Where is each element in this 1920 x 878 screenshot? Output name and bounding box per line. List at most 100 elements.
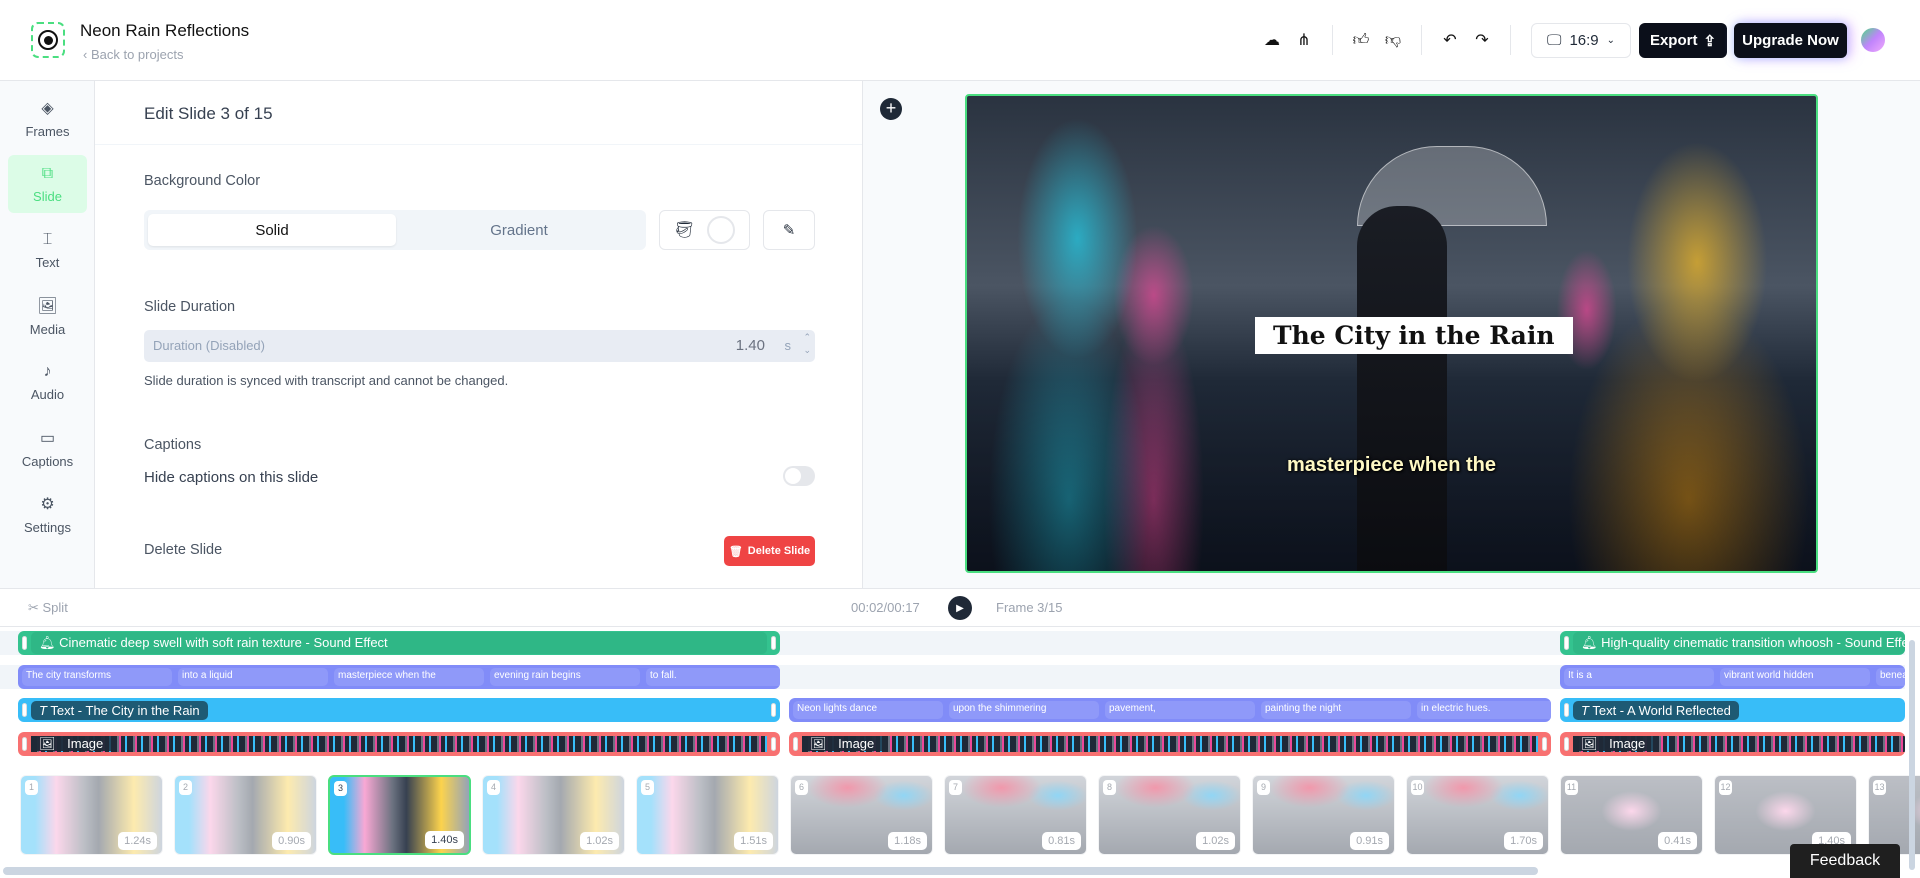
- sidebar-item-settings[interactable]: ⚙ Settings: [8, 485, 87, 543]
- back-to-projects-link[interactable]: ‹ Back to projects: [83, 47, 183, 62]
- sidebar-item-text[interactable]: ⌶ Text: [8, 221, 87, 279]
- drag-handle[interactable]: [22, 737, 27, 751]
- drag-handle[interactable]: [771, 703, 776, 717]
- vertical-scrollbar[interactable]: [1909, 640, 1915, 870]
- sidebar-item-slide[interactable]: ⧉ Slide: [8, 155, 87, 213]
- sidebar-item-frames[interactable]: ◈ Frames: [8, 89, 87, 147]
- gear-icon: ⚙: [40, 495, 55, 513]
- chevron-left-icon: ‹: [83, 47, 91, 62]
- caption-word[interactable]: vibrant world hidden: [1720, 668, 1870, 686]
- slide-duration: 1.51s: [734, 832, 773, 850]
- caption-word[interactable]: pavement,: [1105, 701, 1255, 719]
- text-clip[interactable]: T Text - A World Reflected: [1560, 698, 1905, 722]
- image-clip[interactable]: 🖼︎ Image: [18, 732, 780, 756]
- delete-slide-button[interactable]: 🗑︎ Delete Slide: [724, 536, 815, 566]
- slide-number: 7: [949, 780, 962, 795]
- slide-thumbnail[interactable]: 8 1.02s: [1098, 775, 1241, 855]
- drag-handle[interactable]: [771, 636, 776, 650]
- slide-number: 13: [1873, 780, 1886, 795]
- slide-number: 12: [1719, 780, 1732, 795]
- play-button[interactable]: ▶: [948, 596, 972, 620]
- slide-thumbnail[interactable]: 9 0.91s: [1252, 775, 1395, 855]
- audio-clip[interactable]: 🔔︎ High-quality cinematic transition who…: [1560, 631, 1905, 655]
- caption-word[interactable]: into a liquid: [178, 668, 328, 686]
- caption-word[interactable]: beneath: [1876, 668, 1905, 686]
- hide-captions-toggle[interactable]: [783, 466, 815, 486]
- image-icon: 🖼︎: [37, 297, 58, 315]
- slide-thumbnail[interactable]: 6 1.18s: [790, 775, 933, 855]
- add-element-button[interactable]: +: [880, 98, 902, 120]
- share-icon[interactable]: ⋔: [1288, 24, 1320, 56]
- sidebar: ◈ Frames ⧉ Slide ⌶ Text 🖼︎ Media ♪ Audio ▭ Cap…: [0, 81, 95, 588]
- audio-clip[interactable]: 🔔︎ Cinematic deep swell with soft rain t…: [18, 631, 780, 655]
- caption-word[interactable]: painting the night: [1261, 701, 1411, 719]
- drag-handle[interactable]: [1564, 636, 1569, 650]
- slide-thumbnail[interactable]: 4 1.02s: [482, 775, 625, 855]
- bell-icon: 🔔︎: [1581, 635, 1602, 650]
- avatar[interactable]: [1861, 28, 1885, 52]
- slide-thumbnail[interactable]: 7 0.81s: [944, 775, 1087, 855]
- project-title: Neon Rain Reflections: [80, 21, 250, 40]
- slide-thumbnail[interactable]: 3 1.40s: [328, 775, 471, 855]
- caption-word[interactable]: masterpiece when the: [334, 668, 484, 686]
- slide-duration: 0.91s: [1350, 832, 1389, 850]
- drag-handle[interactable]: [1564, 737, 1569, 751]
- aspect-ratio-select[interactable]: 🖵 16:9 ⌄: [1531, 23, 1631, 58]
- gradient-tab[interactable]: Gradient: [396, 214, 642, 246]
- captions-label: Captions: [144, 437, 202, 453]
- caption-clip[interactable]: The city transforms into a liquid masterpi…: [18, 665, 780, 689]
- eyedropper-button[interactable]: ✎: [763, 210, 815, 250]
- drag-handle[interactable]: [22, 636, 27, 650]
- caption-word[interactable]: upon the shimmering: [949, 701, 1099, 719]
- drag-handle[interactable]: [1542, 737, 1547, 751]
- fill-color-picker[interactable]: 🪣︎: [659, 210, 750, 250]
- music-note-icon: ♪: [43, 362, 52, 380]
- sidebar-item-media[interactable]: 🖼︎ Media: [8, 287, 87, 345]
- timeline-toolbar: ✂ Split 00:02/00:17 ▶ Frame 3/15: [0, 588, 1920, 627]
- slide-thumbnail[interactable]: 2 0.90s: [174, 775, 317, 855]
- horizontal-scrollbar[interactable]: [3, 867, 1538, 875]
- image-clip[interactable]: 🖼︎ Image: [789, 732, 1551, 756]
- caption-word[interactable]: Neon lights dance: [793, 701, 943, 719]
- caption-word[interactable]: It is a: [1564, 668, 1714, 686]
- undo-icon[interactable]: ↶: [1434, 24, 1466, 56]
- sidebar-item-captions[interactable]: ▭ Captions: [8, 419, 87, 477]
- drag-handle[interactable]: [771, 737, 776, 751]
- trash-icon: 🗑︎: [728, 545, 743, 558]
- text-icon: T: [1581, 702, 1589, 718]
- drag-handle[interactable]: [1564, 703, 1569, 717]
- slide-thumbnail[interactable]: 12 1.40s: [1714, 775, 1857, 855]
- header-actions: ☁ ⋔ 👍︎ 👎︎ ↶ ↷: [1256, 24, 1523, 56]
- divider: [1510, 25, 1511, 55]
- slide-thumbnail[interactable]: 10 1.70s: [1406, 775, 1549, 855]
- solid-tab[interactable]: Solid: [148, 214, 396, 246]
- caption-word[interactable]: in electric hues.: [1417, 701, 1551, 719]
- caption-word[interactable]: The city transforms: [22, 668, 172, 686]
- slide-preview[interactable]: The City in the Rain masterpiece when th…: [965, 94, 1818, 573]
- caption-word[interactable]: evening rain begins: [490, 668, 640, 686]
- drag-handle[interactable]: [22, 703, 27, 717]
- drag-handle[interactable]: [793, 737, 798, 751]
- slide-number: 10: [1411, 780, 1424, 795]
- export-button[interactable]: Export ⇪: [1639, 23, 1727, 58]
- duration-input: Duration (Disabled) 1.40 s ⌃ ⌄: [144, 330, 815, 362]
- caption-word[interactable]: to fall.: [646, 668, 780, 686]
- thumbs-up-icon[interactable]: 👍︎: [1345, 24, 1377, 56]
- caption-clip[interactable]: It is a vibrant world hidden beneath: [1560, 665, 1905, 689]
- redo-icon[interactable]: ↷: [1466, 24, 1498, 56]
- caption-clip[interactable]: Neon lights dance upon the shimmering pave…: [789, 698, 1551, 722]
- slide-thumbnail[interactable]: 5 1.51s: [636, 775, 779, 855]
- slide-thumbnail[interactable]: 11 0.41s: [1560, 775, 1703, 855]
- app-logo[interactable]: [31, 22, 65, 58]
- thumbs-down-icon[interactable]: 👎︎: [1377, 24, 1409, 56]
- text-clip[interactable]: T Text - The City in the Rain: [18, 698, 780, 722]
- upgrade-button[interactable]: Upgrade Now: [1734, 23, 1847, 58]
- feedback-button[interactable]: Feedback: [1790, 844, 1900, 878]
- slide-duration: 0.90s: [272, 832, 311, 850]
- split-button[interactable]: ✂ Split: [28, 600, 68, 616]
- sidebar-item-audio[interactable]: ♪ Audio: [8, 353, 87, 411]
- image-clip[interactable]: 🖼︎ Image: [1560, 732, 1905, 756]
- slide-title-text[interactable]: The City in the Rain: [1255, 317, 1573, 354]
- save-status-icon[interactable]: ☁: [1256, 24, 1288, 56]
- slide-thumbnail[interactable]: 1 1.24s: [20, 775, 163, 855]
